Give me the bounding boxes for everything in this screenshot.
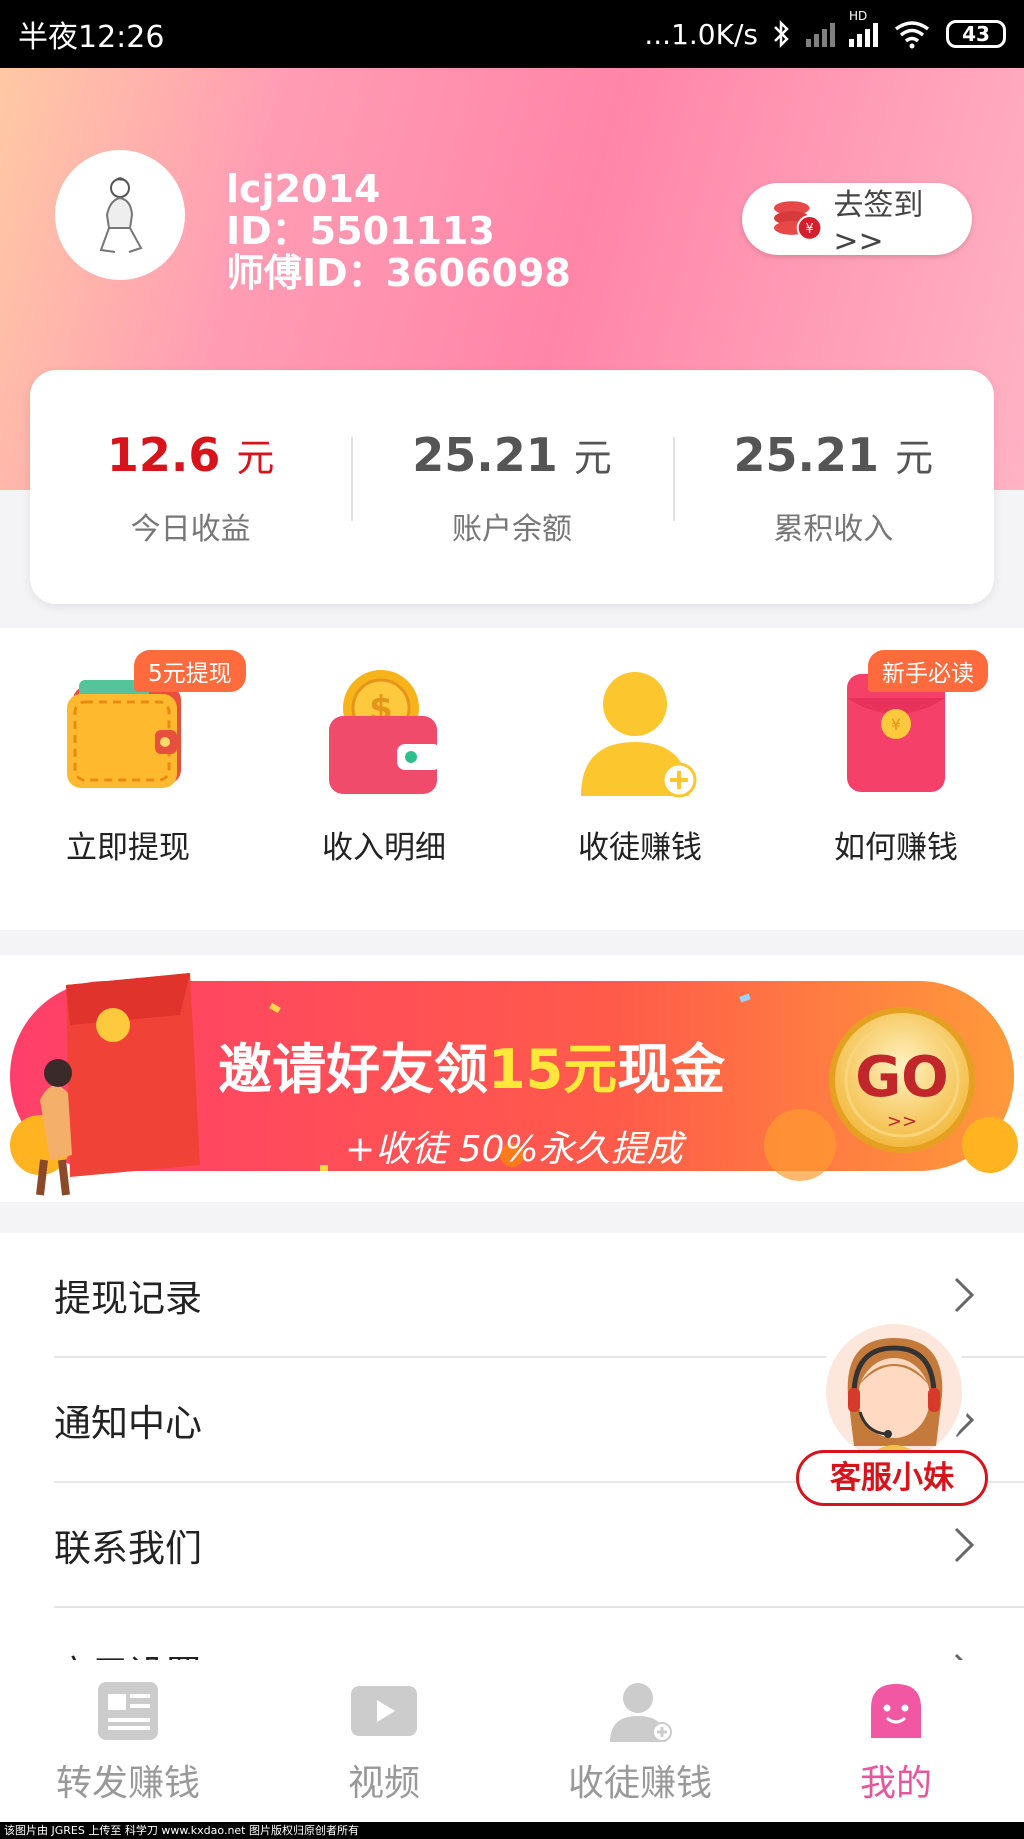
add-user-icon [581, 672, 697, 798]
news-icon [98, 1682, 158, 1740]
headset-agent-icon [818, 1316, 970, 1468]
action-label: 收徒赚钱 [578, 830, 702, 866]
menu-item-label: 提现记录 [54, 1276, 202, 1320]
banner-title: 邀请好友领15元现金 [218, 1038, 726, 1101]
earnings-card: 12.6 元 今日收益 25.21 元 账户余额 25.21 元 累积收入 [30, 370, 994, 604]
stat-total-income[interactable]: 25.21 元 累积收入 [672, 427, 994, 548]
stat-label: 账户余额 [451, 511, 572, 547]
nav-label: 收徒赚钱 [567, 1763, 712, 1804]
nav-label: 视频 [347, 1763, 420, 1804]
coin-stack-icon: ¥ [773, 201, 823, 241]
quick-actions: 5元提现 立即提现 $ 收入明细 收徒赚钱 ¥ 新手必读 如何赚钱 [0, 628, 1024, 930]
action-how-to-earn[interactable]: ¥ 新手必读 如何赚钱 [768, 628, 1024, 930]
svg-text:¥: ¥ [891, 715, 901, 734]
nav-item-recruit-earn[interactable]: 收徒赚钱 [512, 1660, 768, 1822]
user-add-icon [610, 1683, 672, 1742]
signal-icon [806, 21, 835, 47]
bluetooth-icon [774, 19, 789, 49]
customer-service-label: 客服小妹 [796, 1450, 988, 1506]
stat-value: 25.21 元 [733, 427, 934, 482]
nav-item-mine[interactable]: 我的 [768, 1660, 1024, 1822]
chevron-right-icon [954, 1527, 975, 1562]
checkin-label: 去签到>> [833, 187, 924, 259]
video-icon [351, 1686, 417, 1736]
customer-service-button[interactable]: 客服小妹 [796, 1316, 992, 1506]
action-income-detail[interactable]: $ 收入明细 [256, 628, 512, 930]
status-time: 半夜12:26 [18, 20, 165, 55]
chevron-right-icon [954, 1277, 975, 1312]
nav-label: 转发赚钱 [55, 1763, 200, 1804]
checkin-button[interactable]: ¥ 去签到>> [742, 183, 972, 259]
watermark-footer: 该图片由 JGRES 上传至 科学刀 www.kxdao.net 图片版权归原创… [0, 1822, 1024, 1839]
banner-go-button[interactable]: GO [848, 1045, 956, 1110]
action-withdraw[interactable]: 5元提现 立即提现 [0, 628, 256, 930]
stat-value: 12.6 元 [106, 427, 275, 482]
username: lcj2014 [226, 167, 381, 211]
banner-go-arrows: >> [886, 1111, 918, 1132]
status-bar: 半夜12:26 ...1.0K/s HD 43 [0, 0, 1024, 68]
action-label: 收入明细 [322, 830, 446, 866]
badge-withdraw: 5元提现 [134, 650, 246, 692]
invite-banner[interactable]: 邀请好友领15元现金 +收徒 50%永久提成 GO >> [0, 955, 1024, 1202]
banner-subtitle: +收徒 50%永久提成 [345, 1129, 683, 1170]
coin-purse-icon: $ [329, 670, 441, 794]
stat-label: 累积收入 [773, 511, 894, 547]
nav-item-video[interactable]: 视频 [256, 1660, 512, 1822]
nav-label: 我的 [859, 1763, 932, 1804]
user-info: lcj2014 ID：5501113 师傅ID：3606098 [226, 168, 571, 294]
master-id: 师傅ID：3606098 [226, 251, 571, 295]
wifi-icon [894, 21, 930, 49]
stat-today-earnings[interactable]: 12.6 元 今日收益 [30, 427, 351, 548]
stat-account-balance[interactable]: 25.21 元 账户余额 [351, 427, 672, 548]
signal-hd-icon: HD [849, 9, 878, 47]
action-recruit[interactable]: 收徒赚钱 [512, 628, 768, 930]
stat-value: 25.21 元 [412, 427, 612, 482]
nav-item-share-earn[interactable]: 转发赚钱 [0, 1660, 256, 1822]
user-id: ID：5501113 [226, 209, 495, 253]
avatar-illustration-icon [99, 177, 143, 253]
net-speed: ...1.0K/s [644, 17, 758, 51]
action-label: 立即提现 [66, 830, 190, 866]
status-icons: ...1.0K/s HD 43 [644, 9, 1006, 51]
action-label: 如何赚钱 [834, 830, 958, 866]
stat-label: 今日收益 [130, 511, 251, 547]
menu-item-label: 联系我们 [54, 1526, 202, 1570]
svg-text:¥: ¥ [805, 222, 813, 237]
battery-icon: 43 [946, 20, 1006, 48]
avatar[interactable] [55, 150, 185, 280]
menu-item-label: 通知中心 [54, 1401, 202, 1445]
smiley-icon [871, 1684, 921, 1738]
bottom-nav: 转发赚钱 视频 收徒赚钱 我的 [0, 1660, 1024, 1822]
badge-newbie: 新手必读 [868, 650, 988, 692]
app-screen: 半夜12:26 ...1.0K/s HD 43 lcj2014 ID：55011… [0, 0, 1024, 1839]
